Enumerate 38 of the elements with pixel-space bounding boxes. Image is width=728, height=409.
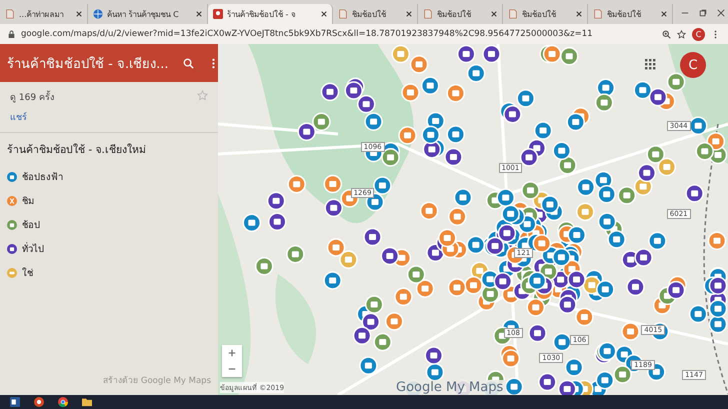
document-icon [338, 9, 348, 19]
lock-icon [8, 30, 15, 38]
close-icon[interactable] [661, 11, 667, 17]
search-icon[interactable] [182, 58, 194, 68]
close-icon[interactable] [406, 11, 412, 17]
credit-text: สร้างด้วย Google My Maps [103, 375, 211, 387]
document-icon [423, 9, 433, 19]
close-icon[interactable] [576, 11, 582, 17]
legend-item[interactable]: ชิม [7, 193, 211, 208]
document-icon [593, 9, 603, 19]
star-icon[interactable] [677, 30, 686, 38]
legend-item[interactable]: ช้อปธงฟ้า [7, 169, 211, 184]
share-link[interactable]: แชร์ [10, 110, 54, 124]
close-icon[interactable] [321, 11, 327, 17]
globe-icon [93, 9, 103, 19]
browser-tab[interactable]: ร้านค้าชิมช้อปใช้ - จ [208, 4, 333, 24]
map-title: ร้านค้าชิมช้อปใช้ - จ.เชียง... [7, 56, 168, 74]
close-icon[interactable] [76, 11, 82, 17]
close-icon[interactable] [196, 11, 202, 17]
document-icon [5, 9, 15, 19]
apps-grid-icon[interactable] [644, 58, 656, 70]
view-count: ดู 169 ครั้ง [10, 90, 54, 104]
legend-item[interactable]: ใช่ [7, 265, 211, 280]
zoom-in-icon[interactable] [228, 349, 236, 357]
star-icon[interactable] [197, 90, 208, 101]
folder-icon[interactable] [82, 397, 92, 407]
profile-avatar[interactable]: C [692, 28, 705, 40]
map-pin-icon [213, 9, 223, 19]
layer-title: ร้านค้าชิมช้อปใช้ - จ.เชียงใหม่ [7, 142, 147, 158]
document-icon [508, 9, 518, 19]
legend-item[interactable]: ช้อป [7, 217, 211, 232]
close-icon[interactable] [491, 11, 497, 17]
zoom-icon[interactable] [662, 30, 671, 38]
chrome-icon[interactable] [58, 397, 68, 407]
url-field[interactable]: google.com/maps/d/u/2/viewer?mid=13fe2iCX0wZ-YVOeJT8tnc5bk9Xb7RScx&ll=18.78701923837948%2C98.95647725000003&z=11 [21, 29, 656, 39]
close-icon[interactable] [717, 9, 725, 17]
legend-item[interactable]: ทั่วไป [7, 241, 211, 256]
restore-icon[interactable] [699, 9, 707, 17]
